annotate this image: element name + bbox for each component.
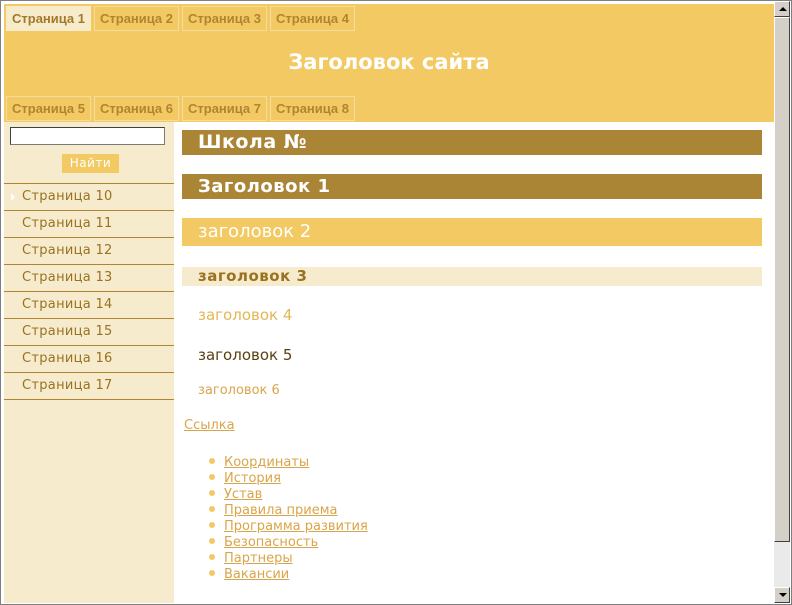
sidebar-menu: Страница 10 Страница 11 Страница 12 Стра…: [4, 183, 174, 400]
list-item: Программа развития: [206, 517, 368, 534]
tab-page-6[interactable]: Страница 6: [94, 96, 179, 121]
heading-4: заголовок 4: [198, 306, 293, 324]
sidebar-item-label: Страница 12: [22, 243, 113, 258]
sidebar-item-page-10[interactable]: Страница 10: [4, 184, 174, 211]
bullet-icon: [209, 522, 215, 528]
current-arrow-icon: [11, 193, 15, 201]
arrow-down-icon: [779, 593, 787, 597]
list-item: Правила приема: [206, 501, 368, 518]
bullet-icon: [209, 458, 215, 464]
tab-page-8[interactable]: Страница 8: [270, 96, 355, 121]
main-link[interactable]: Ссылка: [184, 418, 235, 433]
link-partners[interactable]: Партнеры: [224, 551, 293, 566]
sidebar-item-page-11[interactable]: Страница 11: [4, 211, 174, 238]
list-item: Партнеры: [206, 549, 368, 566]
link-safety[interactable]: Безопасность: [224, 535, 318, 550]
bullet-icon: [209, 474, 215, 480]
link-vacancies[interactable]: Вакансии: [224, 567, 289, 582]
scroll-up-button[interactable]: [774, 1, 790, 17]
heading-5: заголовок 5: [198, 346, 293, 364]
arrow-up-icon: [779, 7, 787, 11]
site-header: Страница 1 Страница 2 Страница 3 Страниц…: [4, 4, 774, 122]
sidebar-item-label: Страница 14: [22, 297, 113, 312]
top-nav: Страница 1 Страница 2 Страница 3 Страниц…: [6, 6, 355, 31]
links-list: Координаты История Устав Правила приема …: [206, 453, 368, 582]
sidebar-item-label: Страница 11: [22, 216, 113, 231]
list-item: Вакансии: [206, 565, 368, 582]
list-item: Безопасность: [206, 533, 368, 550]
bullet-icon: [209, 554, 215, 560]
school-title: Школа №: [182, 130, 762, 155]
vertical-scrollbar[interactable]: [774, 1, 790, 603]
search-button[interactable]: Найти: [62, 154, 119, 173]
bullet-icon: [209, 570, 215, 576]
bullet-icon: [209, 506, 215, 512]
heading-2: заголовок 2: [182, 218, 762, 246]
list-item: Координаты: [206, 453, 368, 470]
scroll-down-button[interactable]: [774, 587, 790, 603]
tab-page-1[interactable]: Страница 1: [6, 6, 91, 31]
tab-page-2[interactable]: Страница 2: [94, 6, 179, 31]
link-history[interactable]: История: [224, 471, 281, 486]
bullet-icon: [209, 538, 215, 544]
sidebar-item-label: Страница 10: [22, 189, 113, 204]
heading-1: Заголовок 1: [182, 174, 762, 199]
list-item: История: [206, 469, 368, 486]
sidebar-item-page-12[interactable]: Страница 12: [4, 238, 174, 265]
link-development-program[interactable]: Программа развития: [224, 519, 368, 534]
bottom-nav: Страница 5 Страница 6 Страница 7 Страниц…: [6, 96, 355, 121]
sidebar-item-page-15[interactable]: Страница 15: [4, 319, 174, 346]
sidebar-item-label: Страница 16: [22, 351, 113, 366]
site-title: Заголовок сайта: [288, 50, 490, 74]
tab-page-7[interactable]: Страница 7: [182, 96, 267, 121]
sidebar-item-label: Страница 13: [22, 270, 113, 285]
page-viewport: Страница 1 Страница 2 Страница 3 Страниц…: [1, 1, 774, 603]
tab-page-4[interactable]: Страница 4: [270, 6, 355, 31]
sidebar-item-page-16[interactable]: Страница 16: [4, 346, 174, 373]
link-charter[interactable]: Устав: [224, 487, 262, 502]
heading-6: заголовок 6: [198, 383, 280, 398]
tab-page-5[interactable]: Страница 5: [6, 96, 91, 121]
sidebar-item-page-13[interactable]: Страница 13: [4, 265, 174, 292]
list-item: Устав: [206, 485, 368, 502]
sidebar-item-page-17[interactable]: Страница 17: [4, 373, 174, 400]
sidebar: Найти Страница 10 Страница 11 Страница 1…: [4, 122, 174, 603]
sidebar-item-label: Страница 17: [22, 378, 113, 393]
tab-page-3[interactable]: Страница 3: [182, 6, 267, 31]
heading-3: заголовок 3: [182, 267, 762, 286]
scrollbar-thumb[interactable]: [774, 17, 790, 542]
sidebar-item-page-14[interactable]: Страница 14: [4, 292, 174, 319]
bullet-icon: [209, 490, 215, 496]
link-admission-rules[interactable]: Правила приема: [224, 503, 337, 518]
sidebar-item-label: Страница 15: [22, 324, 113, 339]
link-coordinates[interactable]: Координаты: [224, 455, 309, 470]
search-input[interactable]: [10, 127, 165, 145]
